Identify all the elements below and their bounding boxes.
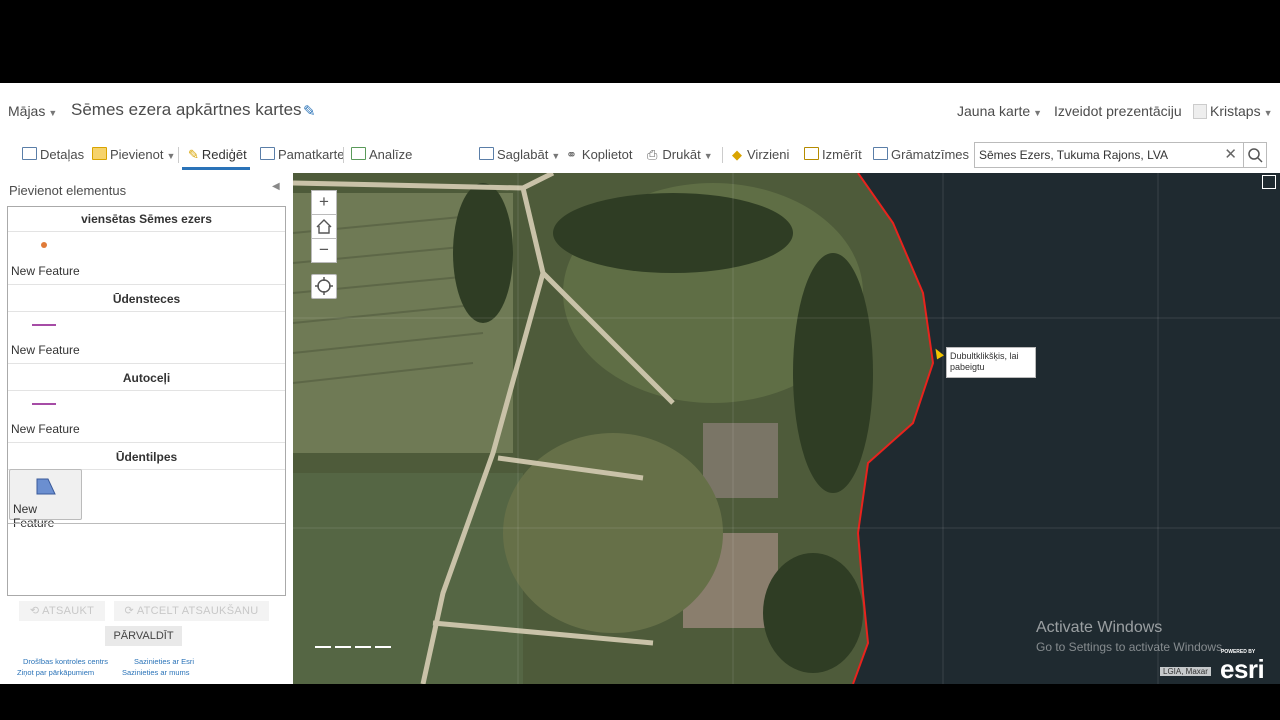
print-button[interactable]: ⎙ Drukāt ▼ [647, 147, 713, 163]
polygon-symbol-icon [36, 478, 56, 495]
manage-button[interactable]: PĀRVALDĪT [105, 626, 182, 646]
details-button[interactable]: Detaļas [22, 147, 84, 162]
save-button[interactable]: Saglabāt ▼ [479, 147, 560, 162]
esri-logo[interactable]: esri [1220, 654, 1265, 684]
line-symbol-icon[interactable] [32, 403, 56, 405]
group-header: Ūdensteces [8, 287, 285, 312]
redo-button[interactable]: ⟳ ATCELT ATSAUKŠANU [114, 601, 269, 621]
group-header: Autoceļi [8, 366, 285, 391]
undo-button[interactable]: ⟲ ATSAUKT [19, 601, 105, 621]
bookmark-icon [873, 147, 888, 160]
feature-templates: viensētas Sēmes ezers New Feature Ūdenst… [7, 206, 286, 596]
measure-icon [804, 147, 819, 160]
clear-icon[interactable]: ✕ [1224, 145, 1237, 163]
line-symbol-icon[interactable] [32, 324, 56, 326]
page-title: Sēmes ezera apkārtnes kartes [71, 100, 302, 119]
user-menu[interactable]: Kristaps ▼ [1210, 103, 1273, 119]
windows-watermark-title: Activate Windows [1036, 619, 1163, 636]
footer-link[interactable]: Ziņot par pārkāpumiem [17, 668, 94, 677]
point-symbol-icon[interactable] [41, 242, 47, 248]
directions-icon: ◆ [732, 147, 742, 162]
divider [178, 147, 179, 163]
locate-button[interactable] [311, 274, 337, 299]
basemap-icon [260, 147, 275, 160]
analysis-button[interactable]: Analīze [351, 147, 412, 162]
analysis-icon [351, 147, 366, 160]
chevron-down-icon: ▼ [166, 151, 176, 161]
chevron-down-icon: ▼ [48, 108, 58, 118]
home-icon [316, 219, 332, 234]
search-input[interactable]: Sēmes Ezers, Tukuma Rajons, LVA ✕ [974, 142, 1244, 168]
edit-button[interactable]: ✎ Rediģēt [188, 147, 247, 163]
panel-title: Pievienot elementus [9, 183, 127, 198]
expand-icon[interactable] [1262, 175, 1276, 189]
feature-template[interactable]: New Feature [11, 343, 80, 357]
print-icon: ⎙ [647, 147, 658, 162]
chevron-down-icon: ▼ [703, 151, 713, 161]
chevron-down-icon: ▼ [551, 151, 561, 161]
save-icon [479, 147, 494, 160]
locate-icon [315, 277, 333, 295]
divider [343, 147, 344, 163]
avatar[interactable] [1193, 104, 1207, 119]
feature-template[interactable]: New Feature [11, 422, 80, 436]
home-menu[interactable]: Mājas ▼ [8, 103, 57, 119]
add-layer-icon [92, 147, 107, 160]
header: Mājas ▼ Sēmes ezera apkārtnes kartes ✎ Ja… [0, 83, 1280, 135]
group-header: viensētas Sēmes ezers [8, 207, 285, 232]
map-view[interactable]: + − Dubultklikšķis, lai pabeigtu Activat… [293, 173, 1280, 684]
scale-bar [315, 646, 391, 648]
map-attribution: LGIA, Maxar [1160, 667, 1211, 676]
app-window: Mājas ▼ Sēmes ezera apkārtnes kartes ✎ Ja… [0, 83, 1280, 684]
home-button[interactable] [311, 214, 337, 239]
chevron-down-icon: ▼ [1263, 108, 1273, 118]
basemap-button[interactable]: Pamatkarte [260, 147, 344, 162]
new-map-menu[interactable]: Jauna karte ▼ [957, 103, 1042, 119]
chevron-down-icon: ▼ [1033, 108, 1043, 118]
edit-title-icon[interactable]: ✎ [303, 102, 316, 120]
collapse-icon[interactable]: ◀ [272, 181, 280, 192]
satellite-imagery [293, 173, 1280, 684]
zoom-out-button[interactable]: − [311, 238, 337, 263]
undo-icon: ⟲ [29, 605, 43, 617]
divider [722, 147, 723, 163]
windows-watermark-subtitle: Go to Settings to activate Windows. [1036, 640, 1226, 654]
search-icon [1248, 148, 1263, 163]
group-header: Ūdentilpes [8, 445, 285, 470]
add-button[interactable]: Pievienot ▼ [92, 147, 175, 162]
pencil-icon: ✎ [188, 147, 199, 162]
add-features-panel: Pievienot elementus ◀ viensētas Sēmes ez… [0, 173, 294, 684]
details-icon [22, 147, 37, 160]
zoom-in-button[interactable]: + [311, 190, 337, 215]
redo-icon: ⟳ [124, 605, 137, 617]
footer-link[interactable]: Sazinieties ar mums [122, 668, 190, 677]
search-button[interactable] [1243, 142, 1267, 168]
create-presentation-link[interactable]: Izveidot prezentāciju [1054, 103, 1182, 119]
feature-template[interactable]: New Feature [11, 264, 80, 278]
footer-link[interactable]: Drošības kontroles centrs [23, 657, 108, 666]
share-button[interactable]: ⚭ Koplietot [566, 147, 633, 163]
active-tab-indicator [182, 167, 250, 170]
bookmarks-button[interactable]: Grāmatzīmes [873, 147, 969, 162]
map-tooltip: Dubultklikšķis, lai pabeigtu [946, 347, 1036, 378]
feature-template-selected[interactable]: New Feature [9, 469, 82, 530]
measure-button[interactable]: Izmērīt [804, 147, 862, 162]
footer-link[interactable]: Sazinieties ar Esri [134, 657, 194, 666]
share-icon: ⚭ [566, 147, 577, 162]
directions-button[interactable]: ◆ Virzieni [732, 147, 789, 163]
